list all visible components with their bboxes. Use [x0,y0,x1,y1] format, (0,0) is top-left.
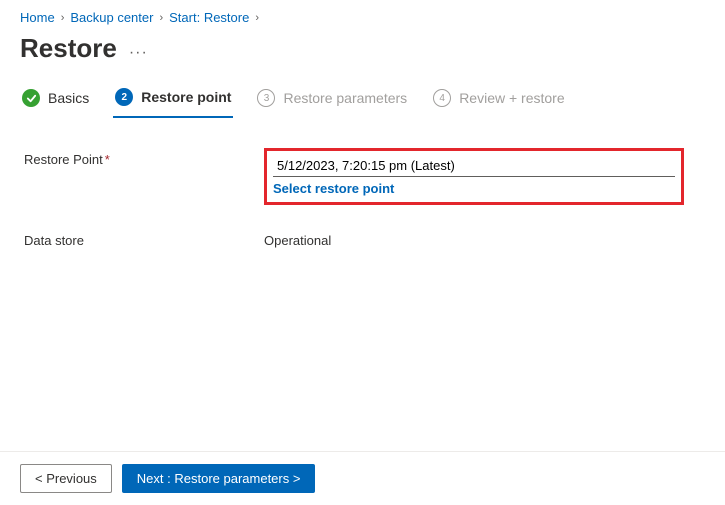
required-asterisk: * [105,152,110,167]
wizard-tabs: Basics 2 Restore point 3 Restore paramet… [0,82,725,118]
data-store-label: Data store [24,229,264,248]
restore-point-input[interactable] [273,155,675,177]
data-store-value: Operational [264,229,331,248]
breadcrumb: Home › Backup center › Start: Restore › [0,0,725,25]
breadcrumb-link-start-restore[interactable]: Start: Restore [169,10,249,25]
more-menu-icon[interactable]: ··· [129,36,148,62]
breadcrumb-link-home[interactable]: Home [20,10,55,25]
restore-point-highlight-box: Select restore point [264,148,684,205]
page-header: Restore ··· [0,25,725,82]
step-number-icon: 3 [257,89,275,107]
tab-label: Basics [48,90,89,106]
page-title: Restore [20,33,117,64]
checkmark-icon [22,89,40,107]
tab-basics[interactable]: Basics [20,83,91,117]
tab-restore-parameters[interactable]: 3 Restore parameters [255,83,409,117]
row-restore-point: Restore Point* Select restore point [24,148,701,205]
wizard-footer: < Previous Next : Restore parameters > [0,451,725,505]
chevron-right-icon: › [61,12,65,24]
step-number-icon: 4 [433,89,451,107]
select-restore-point-link[interactable]: Select restore point [273,181,394,196]
step-number-icon: 2 [115,88,133,106]
tab-label: Restore parameters [283,90,407,106]
restore-point-label: Restore Point* [24,148,264,167]
form-body: Restore Point* Select restore point Data… [0,118,725,248]
chevron-right-icon: › [159,12,163,24]
row-data-store: Data store Operational [24,229,701,248]
tab-restore-point[interactable]: 2 Restore point [113,82,233,118]
next-button[interactable]: Next : Restore parameters > [122,464,316,493]
chevron-right-icon: › [255,12,259,24]
breadcrumb-link-backup-center[interactable]: Backup center [70,10,153,25]
tab-label: Restore point [141,89,231,105]
tab-review-restore[interactable]: 4 Review + restore [431,83,566,117]
tab-label: Review + restore [459,90,564,106]
previous-button[interactable]: < Previous [20,464,112,493]
